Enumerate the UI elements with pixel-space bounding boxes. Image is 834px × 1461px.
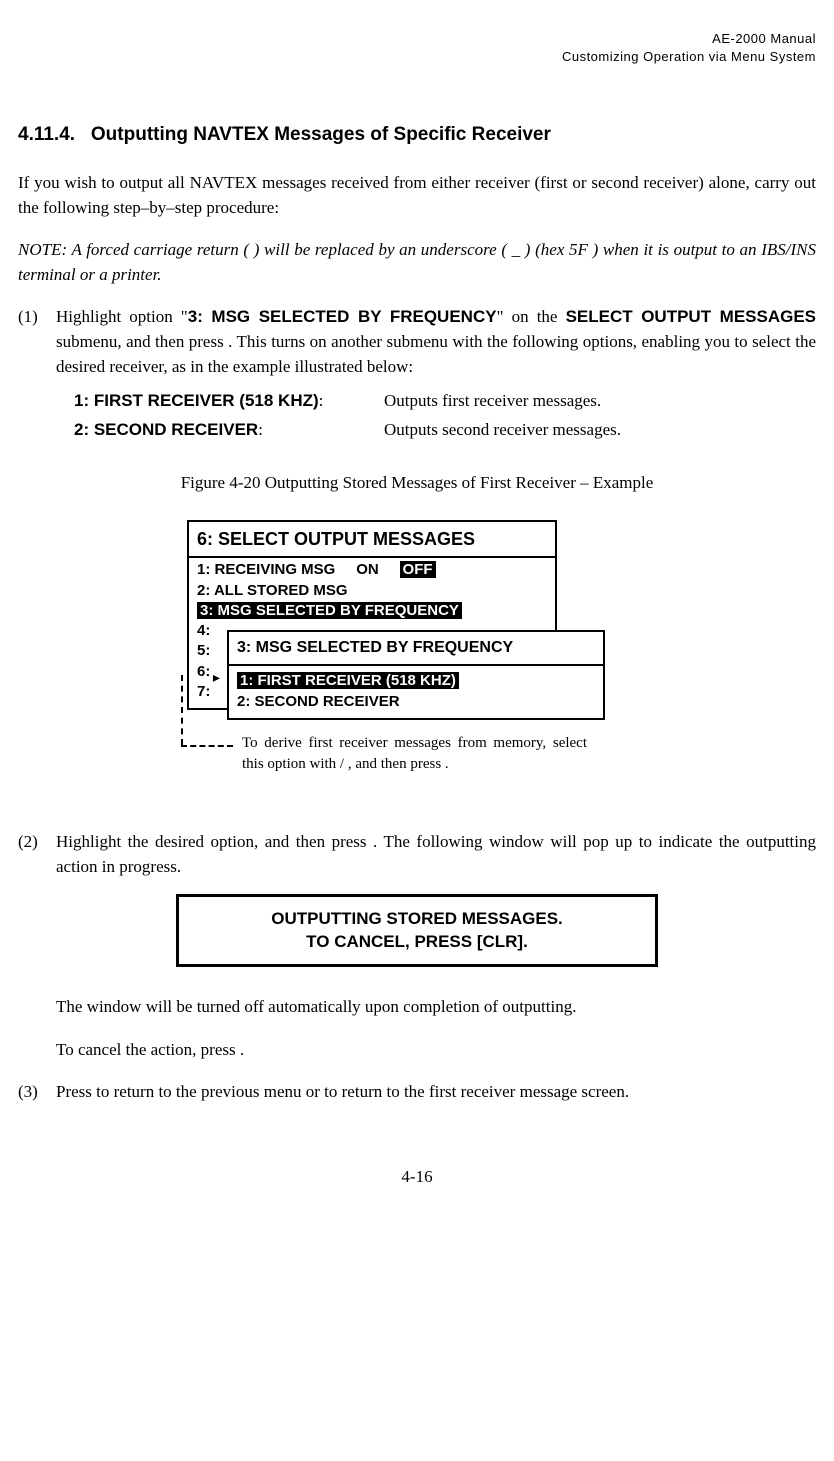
- step-1-option: 3: MSG SELECTED BY FREQUENCY: [188, 307, 497, 326]
- option-1-label: 1: FIRST RECEIVER (518 KHZ):: [74, 389, 384, 414]
- step-1-body: Highlight option "3: MSG SELECTED BY FRE…: [56, 305, 816, 379]
- submenu-body: 1: FIRST RECEIVER (518 KHZ) 2: SECOND RE…: [229, 666, 603, 718]
- dashed-connector-h: [181, 745, 233, 747]
- dashed-connector-v: [181, 675, 183, 745]
- step-2-text-a: Highlight the desired option, and then p…: [56, 832, 373, 851]
- step-2-number: (2): [18, 830, 56, 879]
- step-1-number: (1): [18, 305, 56, 379]
- header-line2: Customizing Operation via Menu System: [18, 48, 816, 66]
- menu-row-1: 1: RECEIVING MSG ON OFF: [197, 560, 547, 580]
- popup-line1: OUTPUTTING STORED MESSAGES.: [197, 907, 637, 931]
- step-2-body: Highlight the desired option, and then p…: [56, 830, 816, 879]
- submenu-row-1: 1: FIRST RECEIVER (518 KHZ): [237, 670, 595, 691]
- page-header: AE-2000 Manual Customizing Operation via…: [18, 30, 816, 66]
- header-line1: AE-2000 Manual: [18, 30, 816, 48]
- section-title: Outputting NAVTEX Messages of Specific R…: [91, 124, 551, 145]
- option-row-1: 1: FIRST RECEIVER (518 KHZ): Outputs fir…: [74, 389, 816, 414]
- section-number: 4.11.4.: [18, 124, 75, 145]
- note-paragraph: NOTE: A forced carriage return ( ) will …: [18, 238, 816, 287]
- submenu-title: 3: MSG SELECTED BY FREQUENCY: [229, 632, 603, 665]
- page-footer: 4-16: [18, 1165, 816, 1190]
- intro-paragraph: If you wish to output all NAVTEX message…: [18, 171, 816, 220]
- popup-box: OUTPUTTING STORED MESSAGES. TO CANCEL, P…: [176, 894, 658, 968]
- figure-caption: Figure 4-20 Outputting Stored Messages o…: [18, 471, 816, 496]
- step-3-number: (3): [18, 1080, 56, 1105]
- menu-row-2: 2: ALL STORED MSG: [197, 581, 547, 601]
- after-popup-1: The window will be turned off automatica…: [18, 995, 816, 1020]
- arrow-icon: ▸: [211, 665, 222, 691]
- diagram-note: To derive first receiver messages from m…: [242, 733, 587, 775]
- step-1-text-b: " on the: [497, 307, 566, 326]
- popup-line2: TO CANCEL, PRESS [CLR].: [197, 930, 637, 954]
- step-1: (1) Highlight option "3: MSG SELECTED BY…: [18, 305, 816, 379]
- menu-row-3: 3: MSG SELECTED BY FREQUENCY: [197, 601, 547, 621]
- option-row-2: 2: SECOND RECEIVER: Outputs second recei…: [74, 418, 816, 443]
- option-1-desc: Outputs first receiver messages.: [384, 389, 601, 414]
- main-menu-title: 6: SELECT OUTPUT MESSAGES: [189, 522, 555, 558]
- menu-diagram: 6: SELECT OUTPUT MESSAGES 1: RECEIVING M…: [187, 520, 647, 800]
- step-1-option2: SELECT OUTPUT MESSAGES: [566, 307, 816, 326]
- off-badge: OFF: [400, 561, 436, 578]
- option-2-desc: Outputs second receiver messages.: [384, 418, 621, 443]
- step-2: (2) Highlight the desired option, and th…: [18, 830, 816, 879]
- step-1-text-c: submenu, and then press: [56, 332, 228, 351]
- step-3-body: Press to return to the previous menu or …: [56, 1080, 816, 1105]
- step-1-text-a: Highlight option ": [56, 307, 188, 326]
- option-2-label: 2: SECOND RECEIVER:: [74, 418, 384, 443]
- submenu-row-2: 2: SECOND RECEIVER: [237, 691, 595, 712]
- after-popup-2: To cancel the action, press .: [18, 1038, 816, 1063]
- submenu-box: 3: MSG SELECTED BY FREQUENCY 1: FIRST RE…: [227, 630, 605, 719]
- section-heading: 4.11.4. Outputting NAVTEX Messages of Sp…: [18, 121, 816, 149]
- step-3: (3) Press to return to the previous menu…: [18, 1080, 816, 1105]
- options-table: 1: FIRST RECEIVER (518 KHZ): Outputs fir…: [74, 389, 816, 442]
